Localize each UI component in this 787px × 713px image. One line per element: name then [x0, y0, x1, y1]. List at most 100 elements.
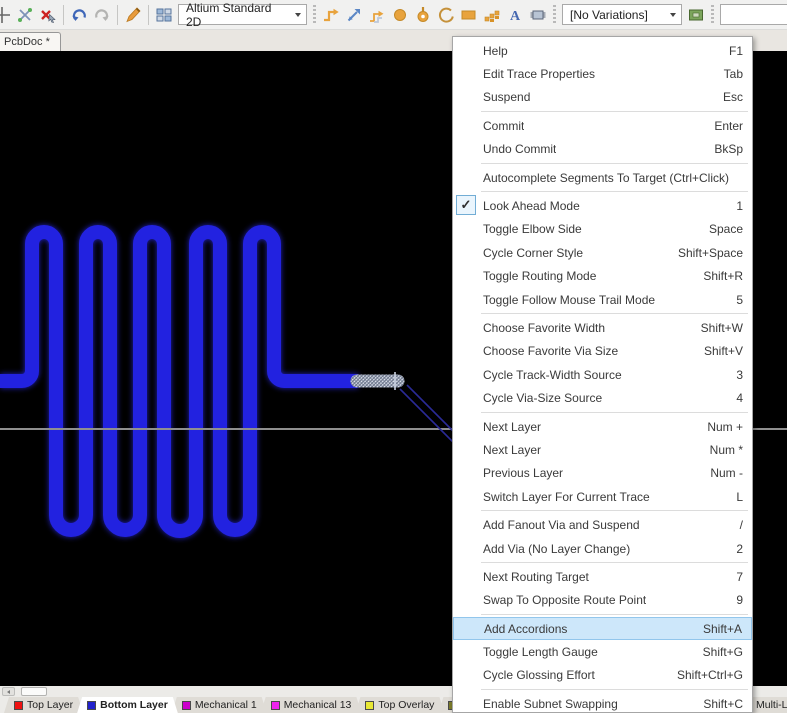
menu-item-shortcut: L	[726, 490, 743, 504]
menu-item-shortcut: 7	[726, 570, 743, 584]
menu-item-label: Suspend	[483, 90, 530, 104]
layer-tab-mechanical-13[interactable]: Mechanical 13	[261, 697, 362, 713]
crosshair-icon[interactable]	[0, 4, 13, 26]
board-icon[interactable]	[685, 4, 707, 26]
pad-icon[interactable]	[389, 4, 411, 26]
highlight-pen-icon[interactable]	[122, 4, 144, 26]
menu-item-label: Cycle Corner Style	[483, 246, 583, 260]
menu-item-cycle-corner-style[interactable]: Cycle Corner StyleShift+Space	[453, 241, 752, 264]
delete-segment-icon[interactable]	[37, 4, 59, 26]
toolbar-separator	[148, 5, 149, 25]
menu-item-help[interactable]: HelpF1	[453, 39, 752, 62]
layer-tab-top-layer[interactable]: Top Layer	[4, 697, 83, 713]
menu-item-commit[interactable]: Commit Enter	[453, 114, 752, 137]
menu-item-swap-to-opposite-route-point[interactable]: Swap To Opposite Route Point9	[453, 589, 752, 612]
menu-item-toggle-elbow-side[interactable]: Toggle Elbow SideSpace	[453, 218, 752, 241]
menu-item-cycle-via-size-source[interactable]: Cycle Via-Size Source4	[453, 386, 752, 409]
layer-tab-top-overlay[interactable]: Top Overlay	[355, 697, 444, 713]
menu-separator	[481, 614, 748, 615]
layer-color-swatch	[87, 701, 96, 710]
menu-item-cycle-glossing-effort[interactable]: Cycle Glossing EffortShift+Ctrl+G	[453, 664, 752, 687]
menu-separator	[481, 163, 748, 164]
menu-item-next-layer[interactable]: Next LayerNum +	[453, 415, 752, 438]
string-icon[interactable]: A	[504, 4, 526, 26]
menu-item-look-ahead-mode[interactable]: ✓Look Ahead Mode1	[453, 194, 752, 217]
menu-item-enable-subnet-swapping[interactable]: Enable Subnet SwappingShift+C	[453, 692, 752, 713]
variations-combo[interactable]: [No Variations]	[562, 4, 682, 25]
menu-item-label: Next Layer	[483, 443, 541, 457]
menu-item-edit-trace-properties[interactable]: Edit Trace PropertiesTab	[453, 62, 752, 85]
menu-item-switch-layer-for-current-trace[interactable]: Switch Layer For Current TraceL	[453, 485, 752, 508]
lookahead-outline-1	[400, 389, 460, 449]
view-configuration-combo[interactable]: Altium Standard 2D	[178, 4, 307, 25]
fill-icon[interactable]	[458, 4, 480, 26]
toolbar-separator	[313, 5, 316, 25]
menu-item-cycle-track-width-source[interactable]: Cycle Track-Width Source 3	[453, 363, 752, 386]
break-track-icon[interactable]	[14, 4, 36, 26]
menu-item-choose-favorite-via-size[interactable]: Choose Favorite Via SizeShift+V	[453, 340, 752, 363]
menu-separator	[481, 191, 748, 192]
scrollbar-thumb[interactable]	[21, 687, 47, 696]
menu-separator	[481, 412, 748, 413]
layer-tab-label: Top Overlay	[378, 699, 434, 711]
layer-tab-label: Multi-Layer	[756, 699, 787, 711]
scroll-left-button[interactable]	[2, 687, 15, 696]
menu-item-previous-layer[interactable]: Previous LayerNum -	[453, 462, 752, 485]
redo-icon[interactable]	[91, 4, 113, 26]
component-icon[interactable]	[527, 4, 549, 26]
menu-separator	[481, 111, 748, 112]
menu-item-toggle-routing-mode[interactable]: Toggle Routing ModeShift+R	[453, 265, 752, 288]
layer-color-swatch	[365, 701, 374, 710]
layer-color-swatch	[182, 701, 191, 710]
pad-array-icon[interactable]	[481, 4, 503, 26]
chevron-down-icon	[295, 13, 301, 17]
board-wizard-icon[interactable]	[153, 4, 175, 26]
altium-pcb-editor: Altium Standard 2D A [No Variations] PcbDo…	[0, 0, 787, 713]
menu-item-shortcut: Num *	[700, 443, 743, 457]
menu-item-label: Edit Trace Properties	[483, 67, 595, 81]
undo-icon[interactable]	[68, 4, 90, 26]
menu-item-undo-commit[interactable]: Undo CommitBkSp	[453, 138, 752, 161]
menu-item-shortcut: Shift+V	[694, 344, 743, 358]
menu-item-choose-favorite-width[interactable]: Choose Favorite Width Shift+W	[453, 316, 752, 339]
document-tab[interactable]: PcbDoc *	[0, 32, 61, 51]
menu-item-toggle-follow-mouse-trail-mode[interactable]: Toggle Follow Mouse Trail Mode5	[453, 288, 752, 311]
menu-item-autocomplete-segments-to-target-ctrl-click[interactable]: Autocomplete Segments To Target (Ctrl+Cl…	[453, 166, 752, 189]
menu-item-shortcut: Shift+R	[693, 269, 743, 283]
menu-item-label: Next Routing Target	[483, 570, 589, 584]
menu-item-label: Cycle Track-Width Source	[483, 368, 622, 382]
layer-tab-bottom-layer[interactable]: Bottom Layer	[77, 697, 178, 713]
via-icon[interactable]	[412, 4, 434, 26]
menu-item-shortcut: 3	[726, 368, 743, 382]
differential-pair-routing-icon[interactable]	[366, 4, 388, 26]
menu-item-add-via-no-layer-change[interactable]: Add Via (No Layer Change)2	[453, 537, 752, 560]
layer-tab-label: Bottom Layer	[100, 699, 168, 711]
menu-item-shortcut: 4	[726, 391, 743, 405]
menu-item-next-routing-target[interactable]: Next Routing Target 7	[453, 565, 752, 588]
menu-item-add-fanout-via-and-suspend[interactable]: Add Fanout Via and Suspend/	[453, 513, 752, 536]
menu-item-label: Commit	[483, 119, 524, 133]
menu-item-toggle-length-gauge[interactable]: Toggle Length GaugeShift+G	[453, 640, 752, 663]
menu-item-label: Add Via (No Layer Change)	[483, 542, 630, 556]
menu-item-add-accordions[interactable]: Add AccordionsShift+A	[453, 617, 752, 640]
menu-item-label: Enable Subnet Swapping	[483, 697, 618, 711]
menu-item-label: Toggle Follow Mouse Trail Mode	[483, 293, 655, 307]
menu-item-suspend[interactable]: SuspendEsc	[453, 86, 752, 109]
interactive-routing-icon[interactable]	[320, 4, 342, 26]
serpentine-trace	[0, 232, 358, 531]
menu-item-shortcut: Shift+W	[691, 321, 743, 335]
layer-tab-mechanical-1[interactable]: Mechanical 1	[172, 697, 267, 713]
arc-icon[interactable]	[435, 4, 457, 26]
main-toolbar: Altium Standard 2D A [No Variations]	[0, 0, 787, 30]
menu-separator	[481, 510, 748, 511]
menu-item-label: Add Fanout Via and Suspend	[483, 518, 640, 532]
menu-item-shortcut: Enter	[704, 119, 743, 133]
menu-item-label: Add Accordions	[484, 622, 567, 636]
toolbar-separator	[63, 5, 64, 25]
menu-item-label: Cycle Glossing Effort	[483, 668, 595, 682]
menu-item-label: Choose Favorite Width	[483, 321, 605, 335]
menu-item-label: Toggle Elbow Side	[483, 222, 582, 236]
empty-combo[interactable]	[720, 4, 787, 25]
menu-item-next-layer[interactable]: Next Layer Num *	[453, 438, 752, 461]
route-direction-icon[interactable]	[343, 4, 365, 26]
